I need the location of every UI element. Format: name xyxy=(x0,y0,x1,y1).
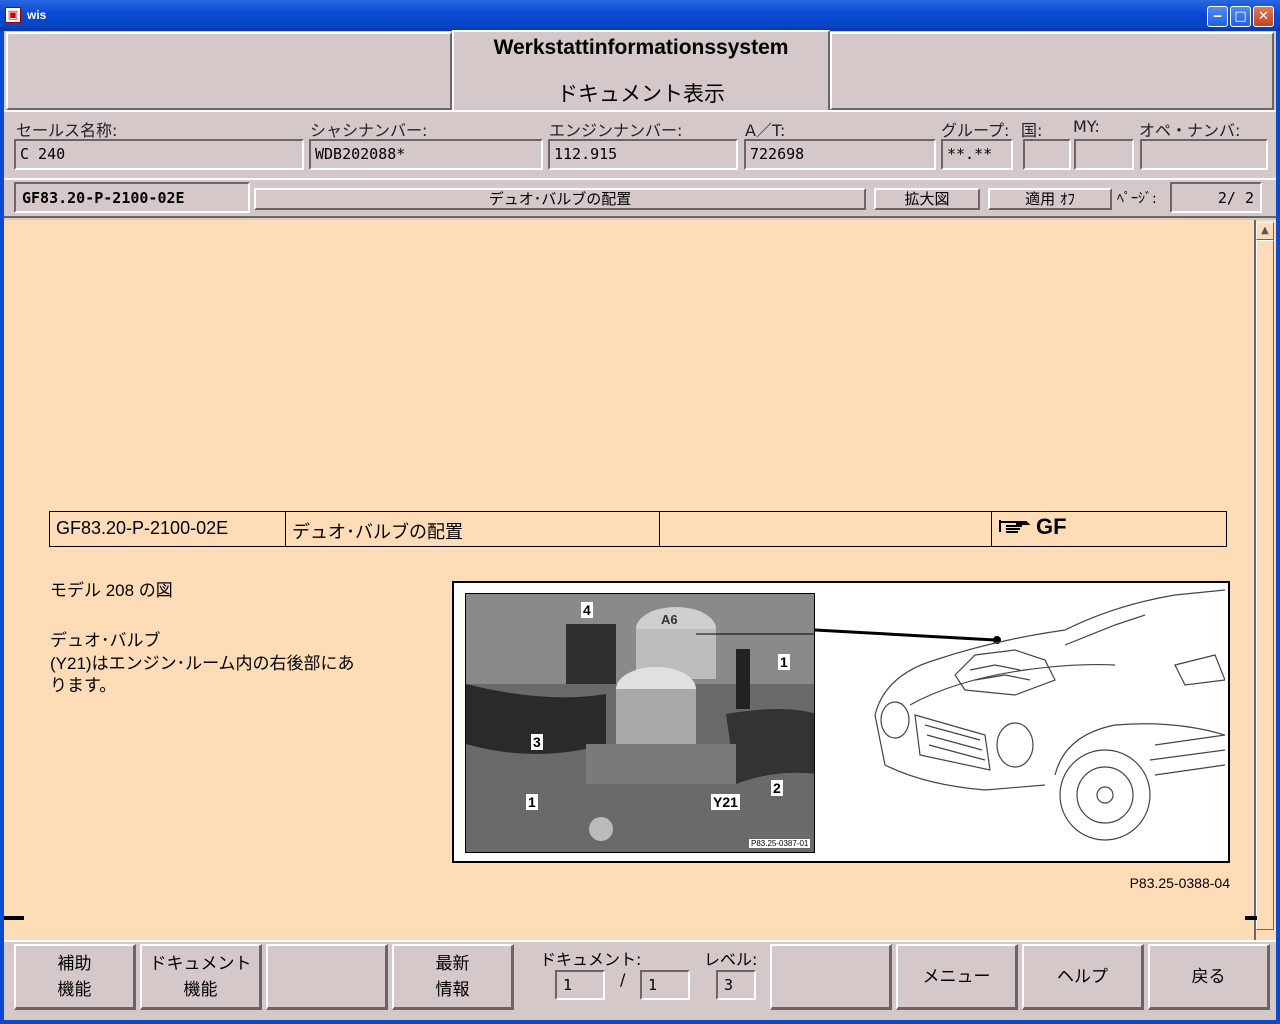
menu-button[interactable]: メニュー xyxy=(896,944,1018,1010)
op-number-label: オペ・ナンバ: xyxy=(1139,121,1241,140)
model-text: モデル 208 の図 xyxy=(50,581,173,600)
header-left-panel xyxy=(6,32,452,110)
scrollbar-thumb[interactable] xyxy=(1256,240,1274,930)
document-function-line1: ドキュメント xyxy=(149,953,252,974)
back-button[interactable]: 戻る xyxy=(1148,944,1270,1010)
latest-info-line2: 情報 xyxy=(435,979,470,1000)
document-header-table: GF83.20-P-2100-02E デュオ･バルブの配置 GF xyxy=(49,511,1227,547)
empty-button[interactable] xyxy=(266,944,388,1010)
doc-id-field: GF83.20-P-2100-02E xyxy=(14,182,250,213)
window-titlebar[interactable]: ▣ wis ‒ □ ✕ xyxy=(0,0,1280,31)
photo-label-3: 3 xyxy=(531,734,543,750)
photo-caption: P83.25-0387-01 xyxy=(749,839,811,848)
my-field[interactable] xyxy=(1074,139,1134,170)
pointing-hand-icon xyxy=(999,520,1031,533)
engine-field[interactable]: 112.915 xyxy=(548,139,738,170)
window-frame-bottom xyxy=(0,1020,1280,1024)
page-field: 2/ 2 xyxy=(1170,182,1262,213)
empty-button-2[interactable] xyxy=(770,944,892,1010)
op-number-field[interactable] xyxy=(1140,139,1268,170)
at-field[interactable]: 722698 xyxy=(744,139,936,170)
document-counter-label: ドキュメント: xyxy=(540,950,642,969)
apply-off-button[interactable]: 適用 ｵﾌ xyxy=(988,188,1112,210)
zoom-button[interactable]: 拡大図 xyxy=(874,188,980,210)
level-field: 3 xyxy=(716,970,756,1000)
page-marker-right xyxy=(1245,916,1257,920)
photo-label-2: 2 xyxy=(771,780,783,796)
scroll-up-icon[interactable]: ▲ xyxy=(1256,222,1274,240)
page-marker-left xyxy=(4,916,24,920)
help-function-line2: 機能 xyxy=(57,979,92,1000)
description-line-2: (Y21)はエンジン･ルーム内の右後部にあ xyxy=(50,654,355,673)
chassis-label: シャシナンバー: xyxy=(310,121,428,140)
document-total-field: 1 xyxy=(640,970,690,1000)
description-line-1: デュオ･バルブ xyxy=(50,631,161,650)
window-frame-right xyxy=(1276,31,1280,1024)
chassis-field[interactable]: WDB202088* xyxy=(309,139,543,170)
gf-badge: GF xyxy=(1036,514,1067,539)
help-function-button[interactable]: 補助 機能 xyxy=(14,944,136,1010)
group-field[interactable]: **.** xyxy=(941,139,1013,170)
engine-label: エンジンナンバー: xyxy=(549,121,683,140)
table-gf-cell: GF xyxy=(992,512,1226,546)
country-label: 国: xyxy=(1021,121,1043,140)
app-icon: ▣ xyxy=(5,7,21,23)
photo-label-1a: 1 xyxy=(778,654,790,670)
duo-valve-photo: 4 A6 1 3 1 Y21 2 P83.25-0387-01 xyxy=(465,593,815,853)
latest-info-button[interactable]: 最新 情報 xyxy=(392,944,514,1010)
document-separator: / xyxy=(620,970,626,989)
table-doc-id: GF83.20-P-2100-02E xyxy=(50,512,286,546)
header-right-panel xyxy=(830,32,1274,110)
document-current-field: 1 xyxy=(555,970,605,1000)
doc-title-bar: デュオ･バルブの配置 xyxy=(254,188,866,210)
level-label: レベル: xyxy=(704,950,758,969)
help-button[interactable]: ヘルプ xyxy=(1022,944,1144,1010)
at-label: A／T: xyxy=(745,121,786,140)
help-function-line1: 補助 xyxy=(57,953,92,974)
latest-info-line1: 最新 xyxy=(435,953,470,974)
country-field[interactable] xyxy=(1023,139,1071,170)
sales-name-label: セールス名称: xyxy=(16,121,118,140)
minimize-icon[interactable]: ‒ xyxy=(1207,6,1228,27)
page-label: ﾍﾟｰｼﾞ: xyxy=(1117,191,1157,207)
my-label: MY: xyxy=(1073,117,1100,136)
sales-name-field[interactable]: C 240 xyxy=(14,139,304,170)
figure-caption: P83.25-0388-04 xyxy=(1129,875,1230,891)
document-function-button[interactable]: ドキュメント 機能 xyxy=(140,944,262,1010)
photo-label-a6: A6 xyxy=(661,612,678,627)
description-line-3: ります。 xyxy=(50,676,117,695)
close-icon[interactable]: ✕ xyxy=(1253,6,1274,27)
valve-illustration xyxy=(466,594,814,852)
photo-label-4: 4 xyxy=(581,602,593,618)
table-empty-cell xyxy=(660,512,992,546)
maximize-icon[interactable]: □ xyxy=(1230,6,1251,27)
window-title: wis xyxy=(27,8,47,22)
app-title: Werkstattinformationssystem xyxy=(493,36,789,59)
group-label: グループ: xyxy=(941,121,1010,140)
table-doc-title: デュオ･バルブの配置 xyxy=(286,512,660,546)
page-title: ドキュメント表示 xyxy=(557,82,725,106)
document-function-line2: 機能 xyxy=(183,979,218,1000)
photo-label-y21: Y21 xyxy=(711,794,740,810)
photo-label-1b: 1 xyxy=(526,794,538,810)
car-line-drawing xyxy=(815,589,1225,841)
